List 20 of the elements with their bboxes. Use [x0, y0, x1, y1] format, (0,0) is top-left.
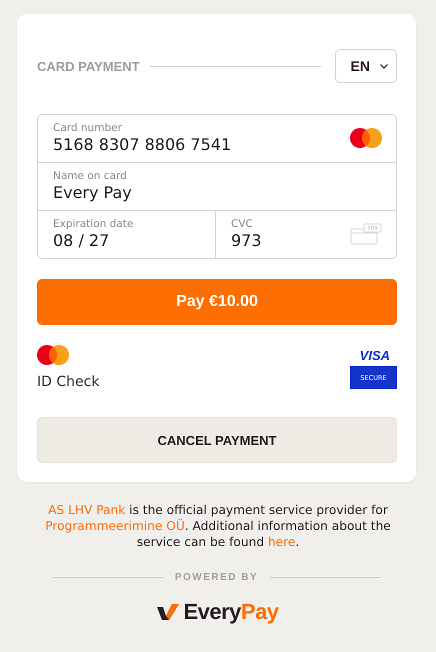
section-title: CARD PAYMENT	[37, 58, 140, 74]
field-label: Name on card	[53, 170, 128, 182]
id-check-label: ID Check	[37, 374, 100, 390]
mastercard-icon	[37, 345, 69, 365]
field-label: CVC	[231, 218, 254, 230]
input-field[interactable]: 5168 8307 8806 7541	[53, 134, 350, 154]
chevron-down-icon	[380, 64, 388, 68]
visa-label: VISA	[360, 348, 390, 363]
language-dropdown[interactable]: EN	[334, 49, 397, 83]
mastercard-icon	[350, 128, 382, 148]
cancel-button[interactable]: CANCEL PAYMENT	[37, 417, 397, 463]
input-field[interactable]: Every Pay	[53, 182, 382, 202]
field-label: Expiration date	[53, 218, 134, 230]
input-field[interactable]: 973	[231, 230, 350, 250]
check-mark-icon	[157, 604, 180, 620]
powered-by-label: POWERED BY	[174, 572, 258, 583]
field-label: Card number	[53, 122, 123, 134]
logo-text: EveryPay	[183, 599, 279, 625]
provider-notice: AS LHV Pank is the official payment service provider for Programmeerimine OÜ. Additional information about the service can be found here.	[44, 502, 392, 550]
input-field[interactable]: 08 / 27	[53, 230, 201, 250]
